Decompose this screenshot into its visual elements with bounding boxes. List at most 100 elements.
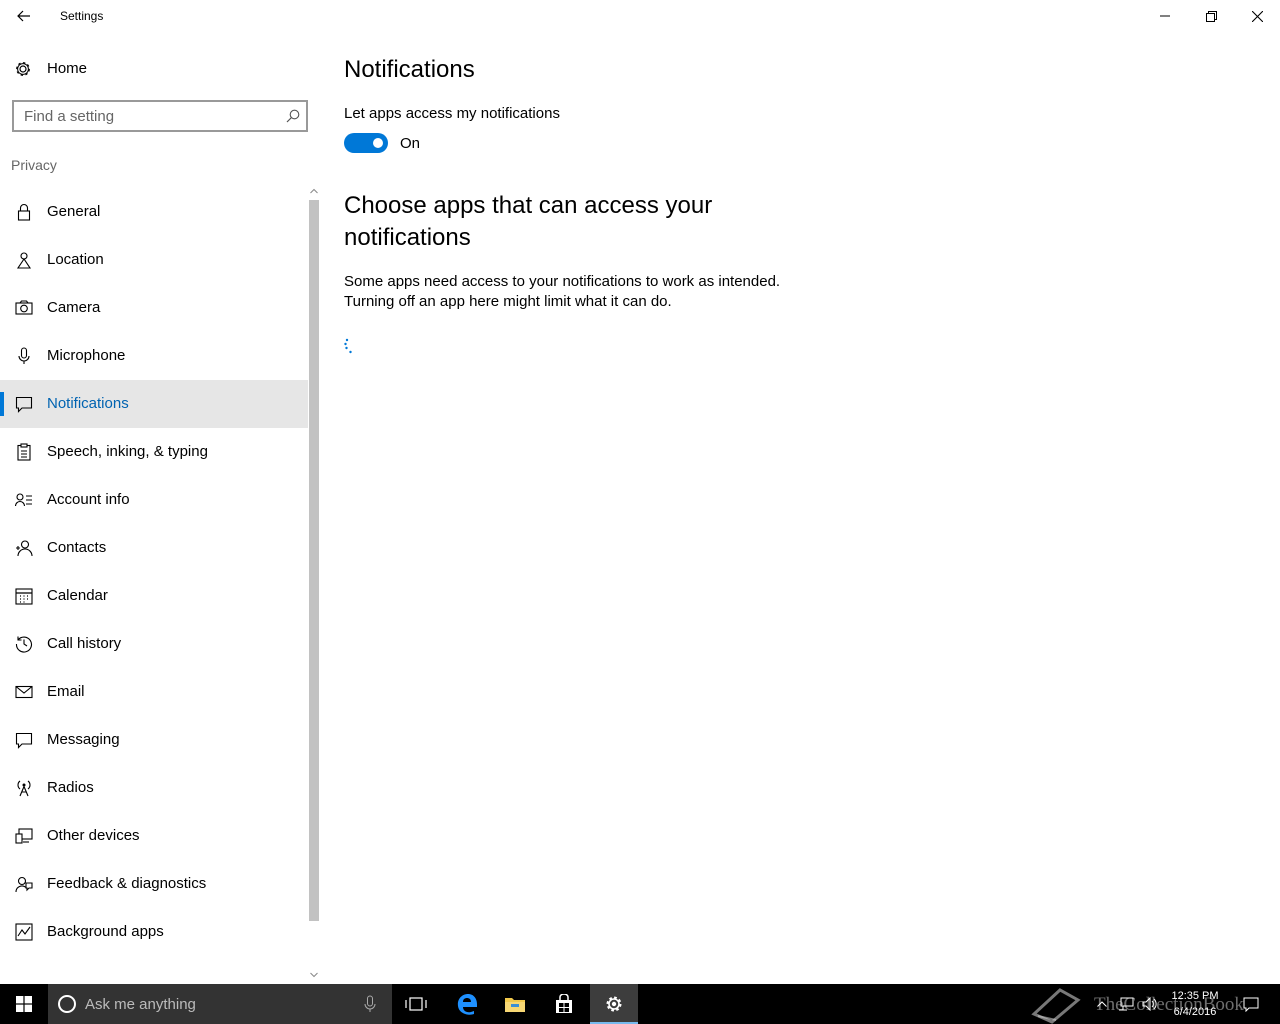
- sidebar-item-label: Feedback & diagnostics: [47, 875, 207, 892]
- taskbar-search-placeholder: Ask me anything: [85, 996, 196, 1013]
- loading-spinner-icon: [344, 338, 352, 354]
- toggle-label: Let apps access my notifications: [344, 105, 560, 122]
- sidebar-item-call-history[interactable]: Call history: [0, 620, 308, 668]
- microphone-icon: [18, 347, 30, 364]
- sidebar-item-label: Microphone: [47, 347, 126, 364]
- privacy-nav-list: General Location Camera Microphone Notif…: [0, 188, 308, 956]
- sidebar-item-microphone[interactable]: Microphone: [0, 332, 308, 380]
- notification-icon: [15, 396, 33, 413]
- windows-logo-icon: [16, 996, 32, 1012]
- file-explorer-button[interactable]: [491, 984, 539, 1024]
- book-watermark-icon: [1031, 988, 1081, 1024]
- sidebar-item-other-devices[interactable]: Other devices: [0, 812, 308, 860]
- scroll-down-icon[interactable]: [310, 972, 318, 978]
- clock-time: 12:35 PM: [1171, 990, 1219, 1002]
- sidebar-item-notifications[interactable]: Notifications: [0, 380, 308, 428]
- sidebar-item-label: Messaging: [47, 731, 120, 748]
- sidebar-item-label: Account info: [47, 491, 130, 508]
- sidebar-item-calendar[interactable]: Calendar: [0, 572, 308, 620]
- settings-search-input[interactable]: [24, 107, 274, 125]
- clock-date: 6/4/2016: [1173, 1006, 1217, 1018]
- sidebar-item-background-apps[interactable]: Background apps: [0, 908, 308, 956]
- sidebar-item-label: Notifications: [47, 395, 129, 412]
- network-button[interactable]: [1116, 984, 1136, 1024]
- cortana-icon: [58, 995, 76, 1013]
- speaker-icon: [1142, 997, 1157, 1011]
- action-center-button[interactable]: [1236, 984, 1266, 1024]
- chevron-up-icon: [1097, 1001, 1107, 1007]
- sidebar-item-camera[interactable]: Camera: [0, 284, 308, 332]
- sidebar-item-feedback-diagnostics[interactable]: Feedback & diagnostics: [0, 860, 308, 908]
- selection-indicator: [0, 392, 4, 416]
- email-icon: [15, 685, 33, 699]
- volume-button[interactable]: [1140, 984, 1160, 1024]
- sidebar-item-account-info[interactable]: Account info: [0, 476, 308, 524]
- minimize-icon: [1160, 15, 1170, 17]
- gear-icon: [606, 996, 622, 1012]
- settings-taskbar-button[interactable]: [590, 984, 638, 1024]
- close-button[interactable]: [1234, 0, 1280, 32]
- feedback-icon: [15, 876, 33, 893]
- store-icon: [556, 994, 572, 1013]
- sidebar-item-speech-inking-typing[interactable]: Speech, inking, & typing: [0, 428, 308, 476]
- sidebar-item-label: Call history: [47, 635, 122, 652]
- location-icon: [16, 252, 32, 269]
- window-title: Settings: [60, 9, 104, 23]
- sidebar-item-radios[interactable]: Radios: [0, 764, 308, 812]
- sidebar-item-general[interactable]: General: [0, 188, 308, 236]
- edge-icon: [457, 994, 477, 1015]
- restore-icon: [1205, 10, 1217, 22]
- scrollbar-thumb[interactable]: [309, 200, 319, 921]
- taskbar: Ask me anything TheCollectionBook 12:35 …: [0, 984, 1280, 1024]
- sidebar-item-email[interactable]: Email: [0, 668, 308, 716]
- microphone-icon[interactable]: [364, 995, 376, 1013]
- scroll-up-icon[interactable]: [310, 188, 318, 194]
- task-view-button[interactable]: [392, 984, 440, 1024]
- sidebar-item-label: Background apps: [47, 923, 164, 940]
- title-bar: Settings: [0, 0, 1280, 32]
- background-apps-icon: [15, 923, 33, 941]
- sidebar-item-contacts[interactable]: Contacts: [0, 524, 308, 572]
- search-icon: [286, 109, 300, 123]
- gear-icon: [16, 62, 30, 76]
- home-link[interactable]: Home: [0, 52, 308, 86]
- devices-icon: [15, 828, 33, 844]
- folder-icon: [505, 998, 525, 1012]
- start-button[interactable]: [0, 984, 48, 1024]
- section-description: Some apps need access to your notificati…: [344, 272, 804, 312]
- restore-button[interactable]: [1188, 0, 1234, 32]
- description-line: Some apps need access to your notificati…: [344, 273, 781, 290]
- section-label: Privacy: [11, 157, 57, 173]
- calendar-icon: [15, 588, 33, 605]
- sidebar-item-label: Radios: [47, 779, 94, 796]
- section-heading: Choose apps that can access your notific…: [344, 192, 713, 251]
- sidebar-item-label: Location: [47, 251, 104, 268]
- sidebar-item-label: Contacts: [47, 539, 107, 556]
- sidebar-item-label: General: [47, 203, 101, 220]
- store-button[interactable]: [540, 984, 588, 1024]
- edge-browser-button[interactable]: [443, 984, 491, 1024]
- contacts-icon: [16, 540, 33, 557]
- sidebar-scrollbar[interactable]: [308, 188, 320, 984]
- toggle-state-text: On: [400, 135, 421, 152]
- sidebar-item-label: Speech, inking, & typing: [47, 443, 208, 460]
- show-hidden-icons-button[interactable]: [1094, 984, 1110, 1024]
- history-icon: [15, 636, 32, 653]
- sidebar-item-label: Other devices: [47, 827, 140, 844]
- sidebar-item-location[interactable]: Location: [0, 236, 308, 284]
- description-line: Turning off an app here might limit what…: [344, 293, 672, 310]
- camera-icon: [15, 300, 33, 315]
- sidebar: Home Privacy General Location Camera Mic…: [0, 32, 320, 984]
- settings-search-box[interactable]: [12, 100, 308, 132]
- back-button[interactable]: [0, 0, 48, 32]
- notifications-access-toggle[interactable]: [344, 133, 388, 153]
- lock-icon: [17, 203, 31, 221]
- messaging-icon: [15, 732, 33, 749]
- taskbar-clock[interactable]: 12:35 PM 6/4/2016: [1164, 988, 1226, 1020]
- network-icon: [1119, 997, 1134, 1011]
- sidebar-item-messaging[interactable]: Messaging: [0, 716, 308, 764]
- sidebar-item-label: Camera: [47, 299, 101, 316]
- taskbar-search-box[interactable]: Ask me anything: [48, 984, 392, 1024]
- close-icon: [1251, 10, 1263, 22]
- minimize-button[interactable]: [1142, 0, 1188, 32]
